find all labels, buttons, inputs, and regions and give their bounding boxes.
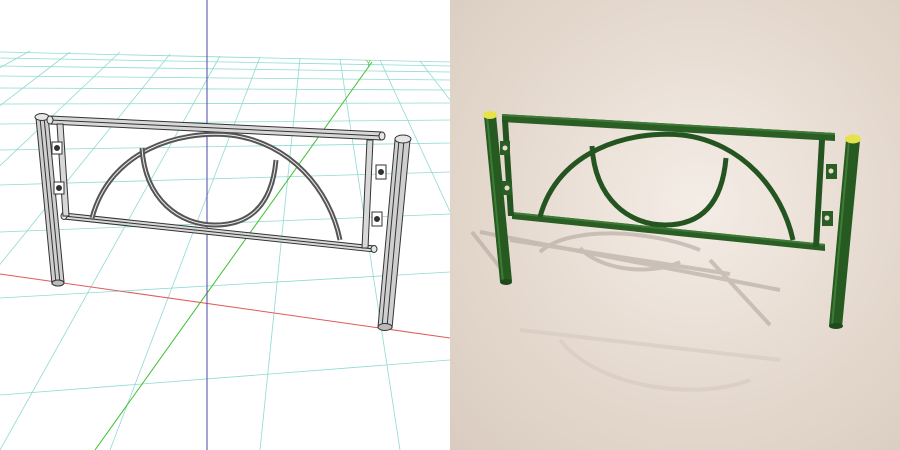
fence-render [483,111,861,329]
viewer: Y [0,0,900,450]
fence-reflection [519,328,781,392]
fence-wireframe [34,113,412,331]
render-viewport[interactable] [450,0,900,450]
right-post [377,134,412,331]
brackets [51,141,387,227]
wireframe-viewport[interactable]: Y [0,0,450,450]
right-post-cap [845,134,861,144]
grid [0,50,450,450]
fence-shadow [470,230,781,327]
inner-vertical-right [813,140,825,247]
left-post-cap [483,111,497,119]
axis-y-label: Y [365,59,371,68]
render-canvas [470,111,861,392]
circle-arc [589,145,729,228]
wireframe-canvas: Y [0,0,450,450]
